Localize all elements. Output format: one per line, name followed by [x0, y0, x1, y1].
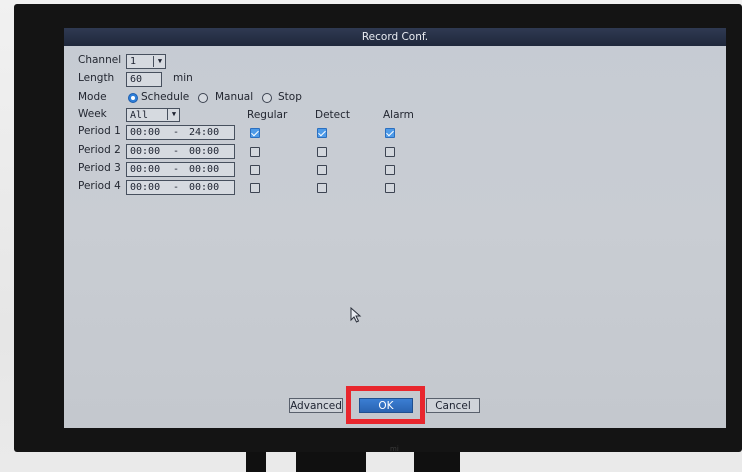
window-titlebar: Record Conf.: [64, 28, 726, 46]
length-label: Length: [78, 72, 115, 84]
monitor-logo: mi: [390, 445, 399, 453]
mode-manual-label: Manual: [215, 91, 254, 103]
mode-label: Mode: [78, 91, 107, 103]
period-4-label: Period 4: [78, 180, 121, 192]
record-conf-window: Record Conf. Channel 1 ▼ Length 60 min M…: [64, 28, 726, 428]
column-header-detect: Detect: [315, 109, 351, 121]
cancel-button[interactable]: Cancel: [426, 398, 480, 413]
mode-stop-label: Stop: [278, 91, 302, 103]
period-4-regular-checkbox[interactable]: [250, 183, 260, 193]
mouse-cursor-icon: [350, 307, 362, 323]
period-4-time-range[interactable]: 00:00 - 00:00: [126, 180, 235, 195]
monitor-stand-right: [414, 452, 460, 472]
period-1-detect-checkbox[interactable]: [317, 128, 327, 138]
period-separator: -: [173, 164, 180, 175]
period-start-time: 00:00: [130, 164, 161, 175]
mode-manual-radio[interactable]: [198, 93, 208, 103]
length-value: 60: [130, 74, 143, 85]
period-3-regular-checkbox[interactable]: [250, 165, 260, 175]
period-separator: -: [173, 127, 180, 138]
mode-stop-radio[interactable]: [262, 93, 272, 103]
period-1-regular-checkbox[interactable]: [250, 128, 260, 138]
week-label: Week: [78, 108, 107, 120]
period-4-detect-checkbox[interactable]: [317, 183, 327, 193]
period-start-time: 00:00: [130, 146, 161, 157]
monitor-stand-left: [246, 452, 266, 472]
period-start-time: 00:00: [130, 127, 161, 138]
advanced-button[interactable]: Advanced: [289, 398, 343, 413]
period-4-alarm-checkbox[interactable]: [385, 183, 395, 193]
period-2-time-range[interactable]: 00:00 - 00:00: [126, 144, 235, 159]
period-start-time: 00:00: [130, 182, 161, 193]
period-2-detect-checkbox[interactable]: [317, 147, 327, 157]
period-3-detect-checkbox[interactable]: [317, 165, 327, 175]
period-end-time: 00:00: [189, 182, 220, 193]
period-2-label: Period 2: [78, 144, 121, 156]
chevron-down-icon[interactable]: ▼: [167, 109, 180, 120]
ok-highlight-box: [346, 386, 425, 424]
chevron-down-icon[interactable]: ▼: [153, 56, 166, 67]
period-end-time: 24:00: [189, 127, 220, 138]
column-header-alarm: Alarm: [383, 109, 414, 121]
length-input[interactable]: 60: [126, 72, 162, 87]
period-separator: -: [173, 182, 180, 193]
period-end-time: 00:00: [189, 146, 220, 157]
period-3-alarm-checkbox[interactable]: [385, 165, 395, 175]
channel-select[interactable]: 1 ▼: [126, 54, 166, 69]
mode-schedule-radio[interactable]: [128, 93, 138, 103]
column-header-regular: Regular: [247, 109, 288, 121]
mode-schedule-label: Schedule: [141, 91, 190, 103]
monitor-stand-center: [296, 452, 366, 472]
week-value: All: [130, 110, 149, 121]
period-1-alarm-checkbox[interactable]: [385, 128, 395, 138]
channel-value: 1: [130, 56, 137, 67]
period-3-time-range[interactable]: 00:00 - 00:00: [126, 162, 235, 177]
period-1-label: Period 1: [78, 125, 121, 137]
period-2-regular-checkbox[interactable]: [250, 147, 260, 157]
period-separator: -: [173, 146, 180, 157]
period-end-time: 00:00: [189, 164, 220, 175]
period-3-label: Period 3: [78, 162, 121, 174]
length-unit: min: [173, 72, 193, 84]
window-title: Record Conf.: [361, 31, 429, 43]
channel-label: Channel: [78, 54, 122, 66]
period-2-alarm-checkbox[interactable]: [385, 147, 395, 157]
period-1-time-range[interactable]: 00:00 - 24:00: [126, 125, 235, 140]
week-select[interactable]: All ▼: [126, 108, 180, 122]
